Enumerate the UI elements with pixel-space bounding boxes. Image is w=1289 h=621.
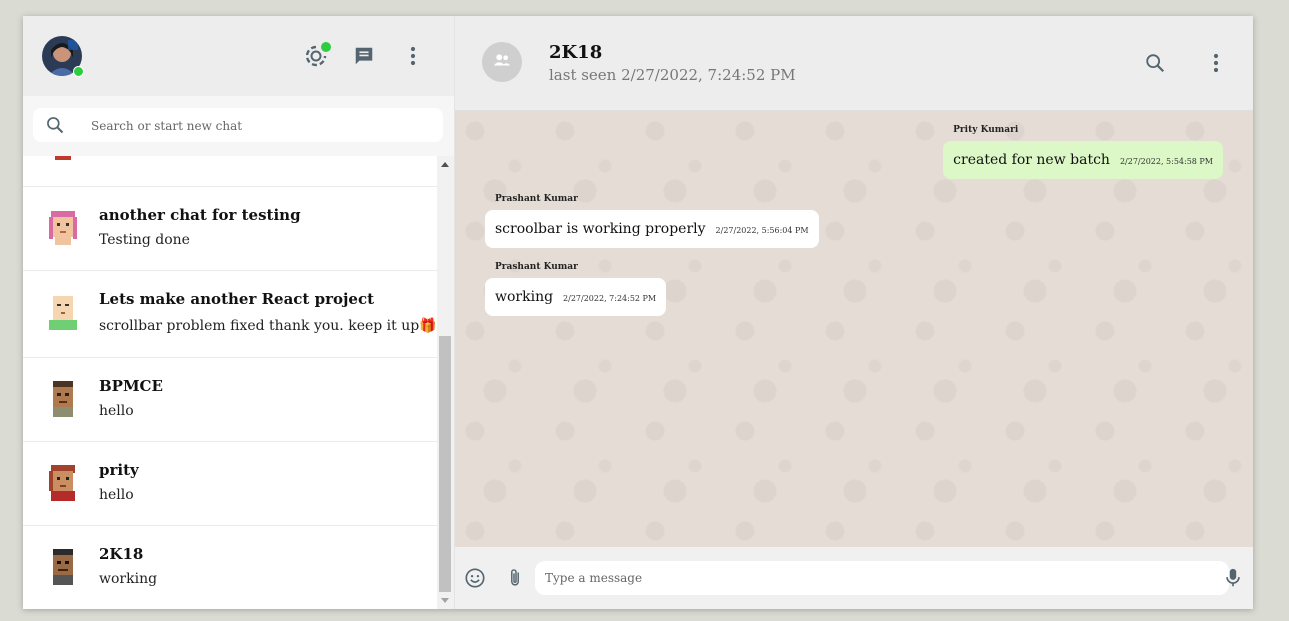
whatsapp-clone-app: 😆😆😆😆😆 another chat fo	[23, 16, 1253, 609]
search-icon[interactable]	[45, 115, 65, 139]
new-chat-icon[interactable]	[351, 43, 377, 69]
group-icon	[491, 49, 513, 75]
sidebar-header	[23, 16, 454, 96]
scroll-thumb[interactable]	[439, 336, 451, 592]
scroll-down-arrow-icon[interactable]	[441, 598, 449, 603]
last-seen: last seen 2/27/2022, 7:24:52 PM	[549, 66, 796, 84]
chat-menu-icon[interactable]	[1203, 50, 1229, 76]
message-composer	[455, 547, 1253, 609]
message: Prashant Kumar working 2/27/2022, 7:24:5…	[485, 262, 667, 316]
chat-item-name: BPMCE	[99, 377, 163, 395]
message-bubble[interactable]: working 2/27/2022, 7:24:52 PM	[485, 278, 667, 316]
chat-pane: 2K18 last seen 2/27/2022, 7:24:52 PM Pri…	[455, 16, 1253, 609]
chat-list-scrollbar[interactable]	[437, 156, 454, 609]
emoji-icon[interactable]	[463, 566, 487, 590]
message-text: working	[495, 289, 554, 305]
search-bar	[23, 96, 454, 156]
message-bubble[interactable]: scroolbar is working properly 2/27/2022,…	[485, 210, 819, 248]
message-input[interactable]	[535, 561, 1229, 595]
chat-item-name: another chat for testing	[99, 206, 301, 224]
chat-title: 2K18	[549, 42, 603, 63]
message: Prity Kumari created for new batch 2/27/…	[943, 125, 1223, 179]
online-indicator	[73, 66, 84, 77]
message-bubble[interactable]: created for new batch 2/27/2022, 5:54:58…	[943, 141, 1223, 179]
contact-avatar	[43, 292, 83, 332]
search-box	[33, 108, 443, 142]
chat-item[interactable]: BPMCE hello	[23, 357, 437, 442]
sidebar: 😆😆😆😆😆 another chat fo	[23, 16, 455, 609]
chat-item-last-message: hello	[99, 487, 134, 503]
contact-avatar	[43, 207, 83, 247]
search-input[interactable]	[89, 115, 433, 137]
chat-item-last-message: hello	[99, 403, 134, 419]
chat-item-last-message: working	[99, 571, 158, 587]
scroll-up-arrow-icon[interactable]	[441, 162, 449, 167]
message-time: 2/27/2022, 5:56:04 PM	[715, 226, 809, 235]
contact-avatar	[43, 547, 83, 587]
menu-icon[interactable]	[400, 43, 426, 69]
message-sender: Prashant Kumar	[495, 262, 578, 272]
message: Prashant Kumar scroolbar is working prop…	[485, 194, 819, 248]
message-sender: Prashant Kumar	[495, 194, 578, 204]
chat-item[interactable]: 2K18 working	[23, 525, 437, 609]
chat-header: 2K18 last seen 2/27/2022, 7:24:52 PM	[455, 16, 1253, 111]
status-unread-dot	[320, 41, 332, 53]
chat-item[interactable]: Lets make another React project scrollba…	[23, 270, 437, 358]
message-text: created for new batch	[953, 152, 1110, 168]
message-sender: Prity Kumari	[953, 125, 1019, 135]
chat-search-icon[interactable]	[1142, 50, 1168, 76]
contact-avatar	[43, 379, 83, 419]
chat-item[interactable]: another chat for testing Testing done	[23, 186, 437, 271]
mic-icon[interactable]	[1221, 566, 1245, 590]
chat-item[interactable]: prity hello	[23, 441, 437, 526]
chat-item-name: 2K18	[99, 545, 144, 563]
chat-messages: Prity Kumari created for new batch 2/27/…	[455, 111, 1253, 547]
message-text: scroolbar is working properly	[495, 221, 706, 237]
attach-icon[interactable]	[503, 566, 527, 590]
chat-list: 😆😆😆😆😆 another chat fo	[23, 156, 454, 609]
group-avatar[interactable]	[482, 42, 522, 82]
chat-item-partial[interactable]: 😆😆😆😆😆	[23, 156, 437, 187]
contact-avatar	[43, 463, 83, 503]
chat-item-last-message: scrollbar problem fixed thank you. keep …	[99, 318, 437, 334]
contact-avatar	[43, 156, 83, 164]
message-time: 2/27/2022, 7:24:52 PM	[563, 294, 657, 303]
chat-item-last-message: Testing done	[99, 232, 190, 248]
chat-item-name: Lets make another React project	[99, 290, 375, 308]
message-time: 2/27/2022, 5:54:58 PM	[1119, 157, 1213, 166]
chat-item-name: prity	[99, 461, 139, 479]
